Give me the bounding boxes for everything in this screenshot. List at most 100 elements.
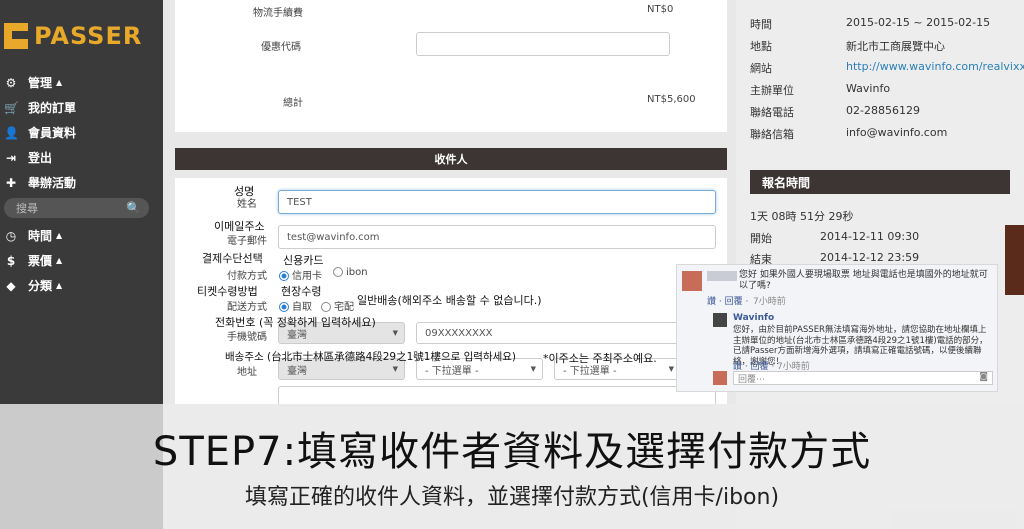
reg-time-header: 報名時間 <box>750 170 1010 194</box>
nav-label: 票價 <box>28 254 53 268</box>
nav-item-category[interactable]: ◆ 分類 ▲ <box>0 273 163 298</box>
total-value: NT$5,600 <box>647 94 696 105</box>
chevron-down-icon: ▼ <box>668 365 674 373</box>
radio-unchecked-icon[interactable] <box>333 267 343 277</box>
info-label-time: 時間 <box>750 18 772 31</box>
annotation-delivery-note: 일반배송(해외주소 배송할 수 없습니다.) <box>357 294 542 307</box>
clock-icon: ◷ <box>5 228 17 243</box>
reg-time-remaining: 1天 08時 51分 29秒 <box>750 210 854 223</box>
annotation-email: 이메일주소 <box>214 220 265 233</box>
annotation-pickup: 현장수령 <box>281 285 322 298</box>
info-value-phone: 02-28856129 <box>846 104 920 117</box>
nav-item-price[interactable]: $ 票價 ▲ <box>0 248 163 273</box>
chevron-down-icon: ▼ <box>392 329 398 337</box>
info-label-website: 網站 <box>750 62 772 75</box>
user-icon: 👤 <box>4 125 19 140</box>
nav-item-manage[interactable]: ⚙ 管理 ▲ <box>0 70 163 95</box>
facebook-comment-box: 您好 如果外國人要現場取票 地址與電話也是填國外的地址就可以了嗎? 讚 · 回覆… <box>676 264 998 392</box>
annotation-address: 배송주소 (台北市士林區承德路4段29之1號1樓으로 입력하세요) <box>225 351 517 363</box>
payment-option-card[interactable]: 信用卡 <box>279 267 322 282</box>
chevron-down-icon: ▼ <box>530 365 536 373</box>
caret-up-icon: ▲ <box>56 78 63 87</box>
main-nav: ⚙ 管理 ▲ 🛒 我的訂單 👤 會員資料 ⇥ 登出 ✚ 舉辦活動 <box>0 70 163 195</box>
payment-option-card-label: 信用卡 <box>292 271 322 282</box>
radio-checked-icon[interactable] <box>279 271 289 281</box>
name-field-value: TEST <box>287 196 312 208</box>
caret-up-icon: ▲ <box>56 281 63 290</box>
cart-icon: 🛒 <box>4 100 19 115</box>
delivery-label: 配送方式 <box>227 302 267 313</box>
caret-up-icon: ▲ <box>56 231 63 240</box>
coupon-label: 優惠代碼 <box>261 42 301 53</box>
shipping-fee-label: 物流手續費 <box>253 8 303 19</box>
wavinfo-avatar <box>713 313 727 327</box>
payment-label: 付款方式 <box>227 271 267 282</box>
dollar-icon: $ <box>6 253 16 268</box>
info-label-email: 聯絡信箱 <box>750 128 794 141</box>
reply-author[interactable]: Wavinfo <box>733 313 774 323</box>
info-value-organizer: Wavinfo <box>846 82 891 95</box>
recipient-form-card: 姓名 TEST 電子郵件 test@wavinfo.com 付款方式 信用卡 i… <box>175 178 727 406</box>
nav-item-host-event[interactable]: ✚ 舉辦活動 <box>0 170 163 195</box>
my-avatar <box>713 371 727 385</box>
annotation-ticket: 티켓수령방법 <box>197 285 258 298</box>
payment-option-ibon[interactable]: ibon <box>333 267 368 278</box>
nav-label: 登出 <box>28 151 53 165</box>
name-field[interactable]: TEST <box>278 190 716 214</box>
camera-icon[interactable]: ◙ <box>979 372 988 382</box>
gear-icon: ⚙ <box>5 75 17 90</box>
nav-item-time[interactable]: ◷ 時間 ▲ <box>0 223 163 248</box>
info-value-time: 2015-02-15 ~ 2015-02-15 <box>846 16 991 29</box>
order-summary-card: 物流手續費 NT$0 優惠代碼 總計 NT$5,600 <box>175 0 727 132</box>
website-link[interactable]: http://www.wavinfo.com/realvixx/ <box>846 60 1024 73</box>
coupon-input[interactable] <box>416 32 670 56</box>
avatar <box>682 271 702 291</box>
delivery-option-home[interactable]: 宅配 <box>321 298 354 313</box>
logo-mark-icon <box>4 23 28 49</box>
search-placeholder: 搜尋 <box>16 202 38 215</box>
nav-item-logout[interactable]: ⇥ 登出 <box>0 145 163 170</box>
reply-input[interactable]: 回覆⋯ ◙ <box>733 371 993 385</box>
phone-field[interactable]: 09XXXXXXXX <box>416 322 716 344</box>
question-text: 您好 如果外國人要現場取票 地址與電話也是填國外的地址就可以了嗎? <box>739 270 988 291</box>
total-label: 總計 <box>283 98 303 109</box>
delivery-option-pickup[interactable]: 自取 <box>279 298 312 313</box>
reply-input-placeholder: 回覆⋯ <box>738 375 766 385</box>
plus-icon: ✚ <box>5 175 17 190</box>
tag-icon: ◆ <box>6 278 16 293</box>
nav-item-orders[interactable]: 🛒 我的訂單 <box>0 95 163 120</box>
nav-label: 舉辦活動 <box>28 176 77 190</box>
email-field-value: test@wavinfo.com <box>287 231 380 243</box>
nav-label: 管理 <box>28 76 53 90</box>
caret-up-icon: ▲ <box>56 256 63 265</box>
nav-item-profile[interactable]: 👤 會員資料 <box>0 120 163 145</box>
annotation-phone: 전화번호 (꼭 정확하게 입력하세요) <box>215 316 376 329</box>
info-label-organizer: 主辦單位 <box>750 84 794 97</box>
question-time: 7小時前 <box>753 297 786 307</box>
logout-icon: ⇥ <box>5 150 17 165</box>
annotation-address-note: *이주소는 주최주소예요. <box>543 352 657 365</box>
email-field[interactable]: test@wavinfo.com <box>278 225 716 249</box>
search-input[interactable]: 搜尋 🔍 <box>4 198 149 218</box>
annotation-payment: 결제수단선택 <box>202 252 263 265</box>
side-tab[interactable] <box>1005 225 1024 295</box>
search-icon[interactable]: 🔍 <box>126 201 141 215</box>
radio-unchecked-icon[interactable] <box>321 302 331 312</box>
address-detail-field[interactable] <box>278 386 716 406</box>
shipping-fee-value: NT$0 <box>647 4 674 15</box>
annotation-name: 성명 <box>234 185 255 198</box>
info-label-phone: 聯絡電話 <box>750 106 794 119</box>
email-label: 電子郵件 <box>227 236 267 247</box>
chevron-down-icon: ▼ <box>392 365 398 373</box>
question-actions[interactable]: 讚 · 回覆 · <box>707 294 748 307</box>
brand-logo[interactable]: PASSER <box>4 22 142 50</box>
nav-label: 我的訂單 <box>28 101 77 115</box>
info-label-venue: 地點 <box>750 40 772 53</box>
info-value-email: info@wavinfo.com <box>846 126 948 139</box>
step-title: STEP7:填寫收件者資料及選擇付款方式 <box>152 429 872 475</box>
radio-checked-icon[interactable] <box>279 302 289 312</box>
payment-option-ibon-label: ibon <box>346 267 368 278</box>
step-subtitle: 填寫正確的收件人資料，並選擇付款方式(信用卡/ibon) <box>244 485 780 510</box>
brand-name: PASSER <box>34 22 143 50</box>
phone-field-value: 09XXXXXXXX <box>425 327 493 339</box>
